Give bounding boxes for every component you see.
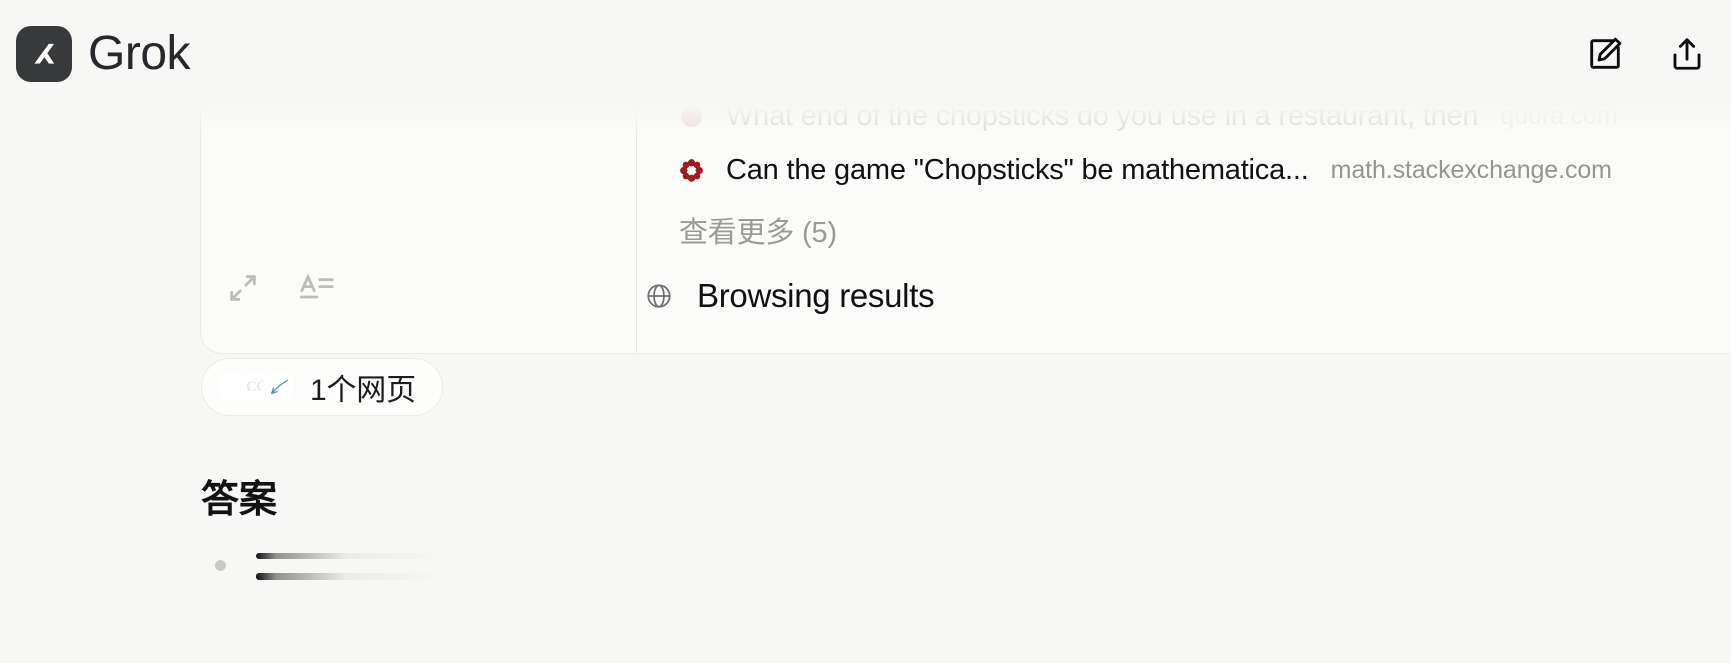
- browsing-results-row[interactable]: Browsing results: [637, 277, 1731, 315]
- source-row-math-stackexchange[interactable]: Can the game "Chopsticks" be mathematica…: [679, 143, 1731, 197]
- source-avatar-group: CC: [216, 370, 296, 404]
- blue-glyph-favicon: [262, 370, 296, 404]
- webpages-count-pill[interactable]: CC 1个网页: [201, 358, 443, 416]
- streaming-line: [256, 573, 586, 580]
- source-domain: math.stackexchange.com: [1330, 155, 1612, 184]
- math-stackexchange-favicon: [680, 158, 703, 182]
- streaming-text-lines: [256, 545, 616, 580]
- webpages-count-label: 1个网页: [310, 374, 416, 407]
- sources-card-left-pane: [201, 89, 637, 353]
- browsing-results-label: Browsing results: [697, 277, 935, 314]
- scroll-bottom-fade: [0, 629, 1731, 663]
- share-upload-icon[interactable]: [1665, 32, 1709, 76]
- sources-card: What end of the chopsticks do you use in…: [200, 88, 1731, 354]
- expand-arrows-icon[interactable]: [221, 266, 265, 310]
- bullet-dot-icon: [215, 560, 226, 571]
- xai-logo-icon: [16, 25, 72, 82]
- text-format-icon[interactable]: [295, 266, 339, 310]
- compose-pencil-square-icon[interactable]: [1583, 32, 1627, 76]
- card-tool-group: [221, 266, 339, 310]
- app-top-bar: Grok: [0, 0, 1731, 107]
- page-title: Grok: [88, 26, 191, 80]
- quora-favicon: [681, 105, 702, 127]
- view-more-sources-button[interactable]: 查看更多 (5): [679, 209, 1731, 251]
- globe-icon: [645, 282, 673, 310]
- brand-group[interactable]: Grok: [16, 25, 191, 82]
- streaming-line: [256, 553, 556, 559]
- top-bar-actions: [1583, 32, 1709, 76]
- sources-card-right-pane: What end of the chopsticks do you use in…: [637, 89, 1731, 353]
- source-title: Can the game "Chopsticks" be mathematica…: [726, 153, 1309, 186]
- answer-heading: 答案: [201, 479, 278, 521]
